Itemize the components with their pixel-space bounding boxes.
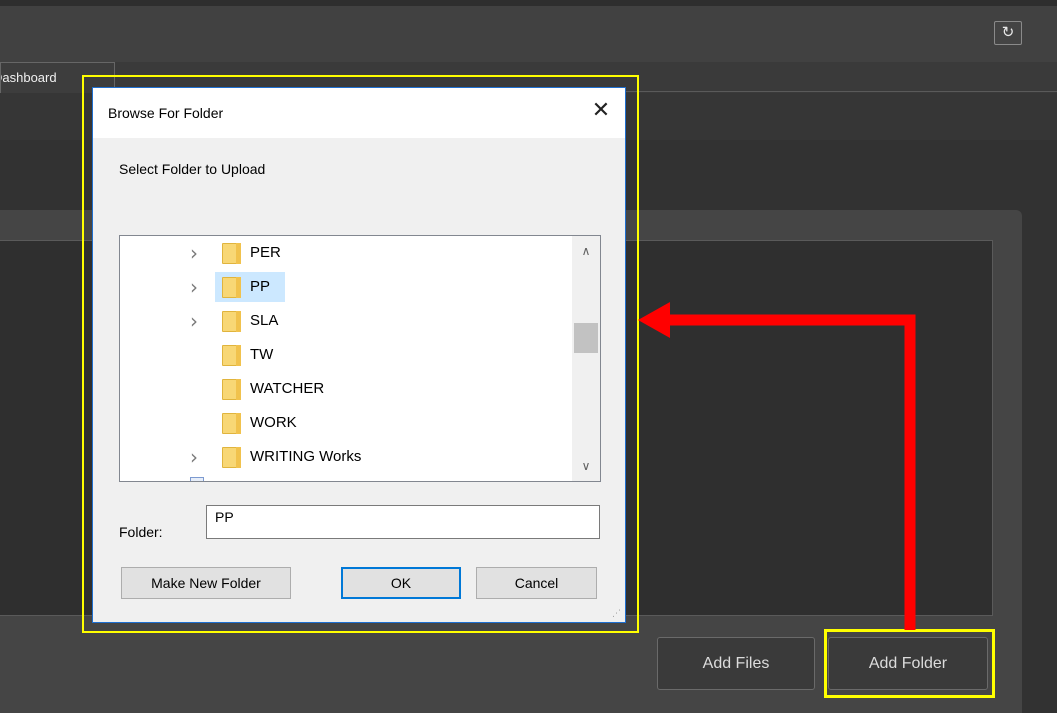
add-files-button[interactable]: Add Files (657, 637, 815, 690)
tree-item-label: SLA (250, 312, 279, 329)
close-icon[interactable]: ✕ (587, 97, 615, 125)
tree-item[interactable]: › PER (120, 237, 572, 270)
dialog-description: Select Folder to Upload (119, 161, 266, 177)
folder-icon (222, 447, 241, 468)
folder-icon (222, 379, 241, 400)
tree-item[interactable]: › PP (120, 271, 572, 304)
folder-tree-list: › PER › PP › SLA TW WATCHER WORK › WRITING Works (120, 236, 572, 481)
tree-item-label: WORK (250, 414, 297, 431)
chevron-right-icon[interactable]: › (190, 277, 204, 297)
tree-item[interactable]: TW (120, 339, 572, 372)
chevron-right-icon[interactable]: › (190, 447, 204, 467)
chevron-right-icon[interactable]: › (190, 243, 204, 263)
folder-icon (222, 413, 241, 434)
tree-item-label: WATCHER (250, 380, 325, 397)
tree-item-label: PP (250, 278, 271, 295)
ok-button[interactable]: OK (341, 567, 461, 599)
tree-scrollbar[interactable]: ∧ ∨ (572, 236, 600, 481)
drive-icon (190, 477, 204, 481)
dialog-title: Browse For Folder (108, 105, 224, 121)
chevron-right-icon[interactable]: › (190, 311, 204, 331)
tab-dashboard-label: Dashboard (1, 70, 57, 85)
tree-item-label: WRITING Works (250, 448, 362, 465)
refresh-button[interactable]: ↻ (994, 21, 1022, 45)
tree-item[interactable]: › SLA (120, 305, 572, 338)
folder-icon (222, 277, 241, 298)
resize-grip-icon[interactable]: ⋰ (612, 609, 622, 619)
make-new-folder-button[interactable]: Make New Folder (121, 567, 291, 599)
tree-item[interactable]: WATCHER (120, 373, 572, 406)
folder-icon (222, 345, 241, 366)
tree-item[interactable]: WORK (120, 407, 572, 440)
folder-field-label: Folder: (119, 524, 163, 540)
folder-tree[interactable]: › PER › PP › SLA TW WATCHER WORK › WRITING Works ∧… (119, 235, 601, 482)
dialog-title-bar: Browse For Folder ✕ (93, 88, 625, 138)
folder-icon (222, 311, 241, 332)
tree-item[interactable]: › WRITING Works (120, 441, 572, 474)
add-folder-button[interactable]: Add Folder (828, 637, 988, 690)
top-bar (0, 0, 1057, 62)
scroll-down-icon[interactable]: ∨ (572, 455, 600, 477)
tree-item-label: PER (250, 244, 281, 261)
scroll-thumb[interactable] (574, 323, 598, 353)
refresh-icon: ↻ (1001, 23, 1015, 41)
browse-for-folder-dialog: Browse For Folder ✕ Select Folder to Upl… (92, 87, 626, 623)
scroll-up-icon[interactable]: ∧ (572, 240, 600, 262)
folder-icon (222, 243, 241, 264)
tree-item-label: TW (250, 346, 274, 363)
cancel-button[interactable]: Cancel (476, 567, 597, 599)
folder-field[interactable] (206, 505, 600, 539)
